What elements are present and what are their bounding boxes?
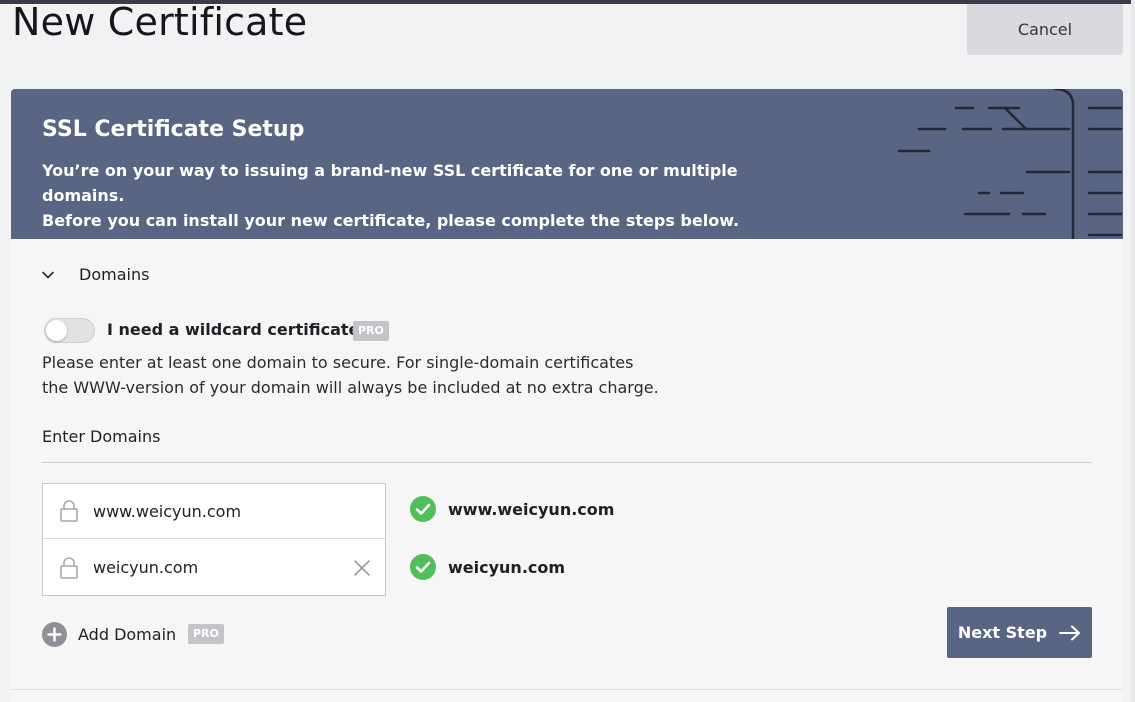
plus-circle-icon[interactable] bbox=[42, 622, 67, 647]
lock-icon bbox=[60, 556, 78, 579]
check-circle-icon bbox=[410, 496, 436, 522]
wildcard-pro-badge: PRO bbox=[353, 321, 389, 341]
domain-row bbox=[43, 484, 385, 539]
lock-icon bbox=[60, 500, 78, 522]
domain-row bbox=[43, 540, 385, 595]
cancel-button[interactable]: Cancel bbox=[967, 4, 1123, 55]
chevron-down-icon[interactable] bbox=[41, 268, 55, 282]
scrollbar[interactable] bbox=[1131, 0, 1135, 702]
banner-description: You’re on your way to issuing a brand-ne… bbox=[42, 158, 822, 233]
banner-decoration-icon bbox=[897, 89, 1123, 239]
banner-description-line-2: Before you can install your new certific… bbox=[42, 211, 740, 230]
help-line-2: the WWW-version of your domain will alwa… bbox=[42, 378, 659, 397]
divider bbox=[42, 462, 1092, 463]
domain-input-2[interactable] bbox=[93, 558, 343, 577]
domain-input-1[interactable] bbox=[93, 501, 343, 521]
ssl-setup-banner: SSL Certificate Setup You’re on your way… bbox=[11, 89, 1123, 239]
domain-status-text: weicyun.com bbox=[448, 557, 566, 577]
wildcard-label: I need a wildcard certificate bbox=[107, 320, 360, 339]
arrow-right-icon bbox=[1059, 625, 1081, 640]
toggle-knob bbox=[46, 320, 67, 341]
domain-status-1: www.weicyun.com bbox=[410, 496, 614, 522]
section-bottom-divider bbox=[11, 689, 1123, 690]
page-title: New Certificate bbox=[12, 0, 308, 44]
banner-title: SSL Certificate Setup bbox=[42, 117, 305, 142]
domain-status-2: weicyun.com bbox=[410, 554, 565, 580]
close-icon[interactable] bbox=[353, 559, 371, 577]
check-circle-icon bbox=[410, 554, 436, 580]
banner-description-line-1: You’re on your way to issuing a brand-ne… bbox=[42, 161, 738, 205]
add-domain-pro-badge: PRO bbox=[188, 624, 224, 644]
domain-help-text: Please enter at least one domain to secu… bbox=[42, 350, 702, 400]
certificate-setup-card: SSL Certificate Setup You’re on your way… bbox=[11, 89, 1123, 702]
add-domain-label: Add Domain bbox=[78, 625, 177, 644]
domain-status-text: www.weicyun.com bbox=[448, 499, 615, 519]
help-line-1: Please enter at least one domain to secu… bbox=[42, 353, 634, 372]
next-step-label: Next Step bbox=[957, 623, 1048, 642]
domain-input-list bbox=[42, 483, 386, 596]
domains-section-title: Domains bbox=[79, 265, 150, 284]
enter-domains-label: Enter Domains bbox=[42, 427, 161, 446]
next-step-button[interactable]: Next Step bbox=[947, 607, 1092, 658]
domains-section-header[interactable]: Domains bbox=[41, 265, 149, 284]
add-domain-button[interactable]: Add Domain bbox=[42, 622, 176, 647]
wildcard-toggle[interactable] bbox=[44, 318, 95, 343]
